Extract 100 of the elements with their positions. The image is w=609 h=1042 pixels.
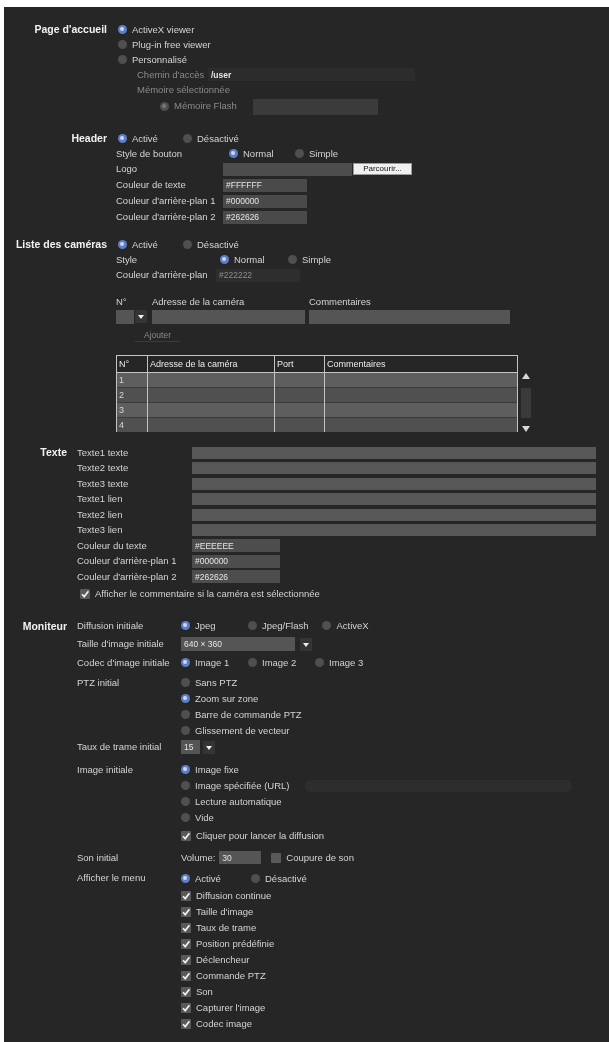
color-field[interactable]: #262626	[192, 570, 280, 584]
table-cell	[274, 387, 325, 403]
option-label: Codec image	[196, 1017, 252, 1030]
option-label: Diffusion continue	[196, 889, 272, 902]
option-label: Mémoire Flash	[174, 100, 237, 113]
address-field[interactable]	[152, 309, 305, 324]
option-label: Normal	[243, 147, 274, 160]
radio-button[interactable]	[181, 797, 190, 806]
option-label: Simple	[309, 147, 339, 160]
field-label: Texte2 texte	[77, 462, 129, 474]
radio-button[interactable]	[251, 874, 260, 883]
radio-button[interactable]	[118, 55, 127, 64]
text-field[interactable]	[192, 446, 596, 459]
checkbox[interactable]	[181, 890, 191, 901]
radio-button[interactable]	[220, 255, 229, 264]
radio-button[interactable]	[118, 25, 127, 34]
radio-button[interactable]	[118, 134, 127, 143]
option-label: Activé	[195, 872, 221, 885]
checkbox[interactable]	[181, 830, 191, 841]
option-label: Cliquer pour lancer la diffusion	[196, 829, 325, 842]
checkbox[interactable]	[181, 906, 191, 917]
field-label: Commentaires	[309, 296, 371, 308]
logo-field[interactable]	[223, 162, 352, 176]
volume-field[interactable]: 30	[219, 851, 262, 864]
field-label: Adresse de la caméra	[152, 296, 245, 307]
scroll-up-arrow-icon[interactable]	[522, 373, 530, 379]
field-label: Texte1 lien	[77, 493, 123, 505]
text-field[interactable]	[192, 524, 596, 537]
checkbox[interactable]	[181, 986, 191, 997]
checkbox[interactable]	[181, 954, 191, 965]
radio-button[interactable]	[183, 134, 192, 143]
radio-button[interactable]	[181, 621, 190, 630]
checkbox[interactable]	[271, 852, 282, 863]
text-field[interactable]	[192, 477, 596, 490]
option-label: Lecture automatique	[195, 795, 282, 808]
option-label: Personnalisé	[132, 53, 187, 66]
radio-button[interactable]	[181, 726, 190, 735]
color-field[interactable]: #EEEEEE	[192, 539, 280, 553]
caret-icon[interactable]	[203, 740, 215, 754]
field-label: Style	[116, 253, 138, 265]
scroll-down-arrow-icon[interactable]	[522, 426, 530, 432]
radio-button[interactable]	[295, 149, 304, 158]
text-field[interactable]	[192, 493, 596, 506]
field-label: Volume:	[181, 851, 216, 864]
field-label: Taux de trame initial	[77, 741, 162, 752]
radio-button[interactable]	[118, 40, 127, 49]
radio-button[interactable]	[183, 240, 192, 249]
radio-button[interactable]	[181, 678, 190, 687]
radio-button[interactable]	[118, 240, 127, 249]
color-field[interactable]: #262626	[223, 210, 307, 224]
select-field[interactable]: 15	[181, 740, 200, 754]
text-field[interactable]	[192, 508, 596, 521]
field-label: Couleur d'arrière-plan 1	[116, 195, 216, 206]
option-label: Image spécifiée (URL)	[195, 779, 290, 792]
section-label: Moniteur	[22, 619, 67, 632]
checkbox[interactable]	[80, 588, 90, 599]
option-label: Plug-in free viewer	[132, 38, 211, 51]
field-label: Texte2 lien	[77, 508, 123, 520]
radio-button[interactable]	[181, 874, 190, 883]
caret-icon[interactable]	[135, 310, 147, 323]
checkbox[interactable]	[181, 938, 191, 949]
text-field[interactable]	[192, 462, 596, 475]
checkbox[interactable]	[181, 1018, 191, 1029]
field-label: Codec d'image initiale	[77, 656, 170, 668]
checkbox[interactable]	[181, 1002, 191, 1013]
option-label: Jpeg/Flash	[262, 619, 309, 632]
option-label: Afficher le commentaire si la caméra est sélectionnée	[95, 587, 320, 600]
comment-field[interactable]	[309, 309, 510, 324]
radio-button[interactable]	[181, 781, 190, 790]
option-label: Vide	[195, 811, 214, 824]
color-field[interactable]: #000000	[192, 554, 280, 568]
section-label: Liste des caméras	[15, 238, 107, 250]
field-label: Couleur d'arrière-plan 2	[116, 211, 216, 222]
radio-button[interactable]	[181, 765, 190, 774]
option-label: Désactivé	[197, 238, 239, 251]
radio-button[interactable]	[181, 813, 190, 822]
select-field[interactable]: 640 × 360	[181, 637, 295, 651]
radio-button[interactable]	[181, 658, 190, 667]
radio-button[interactable]	[288, 255, 297, 264]
option-label: Sans PTZ	[195, 676, 238, 689]
field-label: Couleur du texte	[77, 539, 147, 551]
radio-button[interactable]	[248, 658, 257, 667]
radio-button[interactable]	[315, 658, 324, 667]
radio-button[interactable]	[229, 149, 238, 158]
option-label: Image 2	[262, 656, 297, 669]
checkbox[interactable]	[181, 922, 191, 933]
checkbox[interactable]	[181, 970, 191, 981]
browse-button[interactable]: Parcourir...	[353, 163, 412, 175]
color-field[interactable]: #000000	[223, 194, 307, 208]
color-field[interactable]: #FFFFFF	[223, 178, 307, 192]
option-label: Normal	[234, 253, 265, 266]
option-label: Coupure de son	[286, 851, 354, 864]
radio-button[interactable]	[248, 621, 257, 630]
table-cell: 3	[116, 402, 148, 418]
option-label: Jpeg	[195, 619, 216, 632]
option-label: Taux de trame	[196, 921, 257, 934]
radio-button[interactable]	[181, 710, 190, 719]
radio-button[interactable]	[322, 621, 332, 630]
caret-icon[interactable]	[300, 637, 312, 651]
radio-button[interactable]	[181, 694, 190, 703]
